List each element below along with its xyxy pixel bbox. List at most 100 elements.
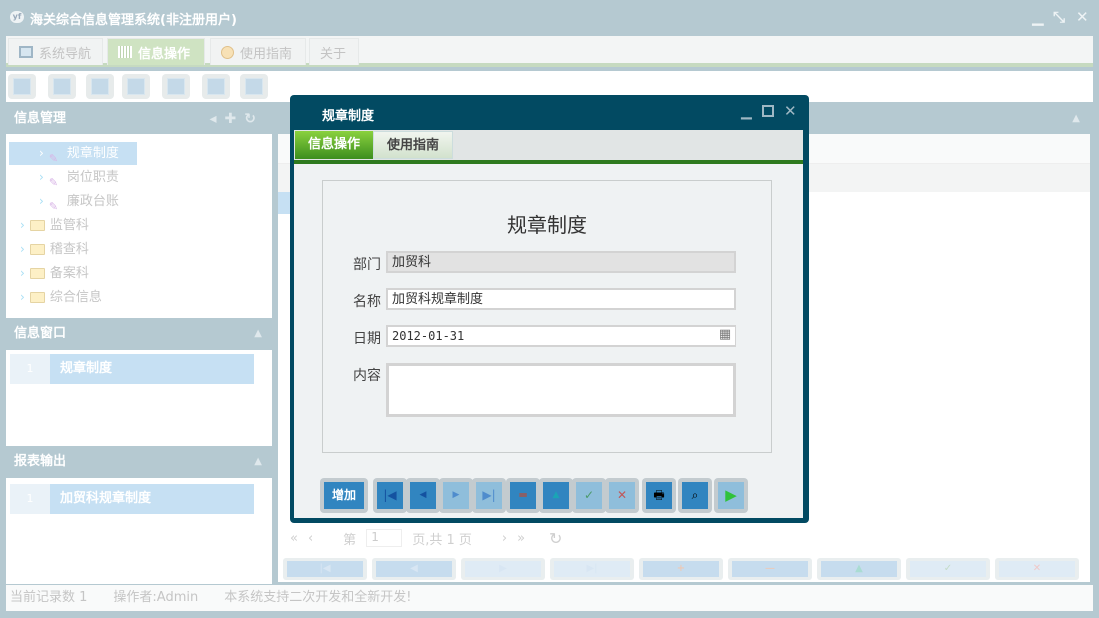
info-mgmt-header: 信息管理 ◂✚↻ <box>6 104 272 134</box>
add-button[interactable]: 增加 <box>320 478 368 513</box>
refresh-icon[interactable]: ↻ <box>549 529 562 548</box>
save-button[interactable]: ✓ <box>572 478 606 513</box>
tree-folder[interactable]: › 综合信息 <box>20 286 102 309</box>
name-field[interactable]: 加贸科规章制度 <box>386 288 736 310</box>
print-icon[interactable]: 🖶 <box>642 478 676 513</box>
minimize-icon[interactable]: ▁ <box>741 104 752 120</box>
prev-record-button[interactable]: ◀ <box>406 478 440 513</box>
folder-icon <box>29 268 45 279</box>
tab-system-nav[interactable]: 系统导航 <box>8 38 103 65</box>
first-record-button[interactable]: |◀ <box>283 558 367 580</box>
restore-icon[interactable]: ⤡ <box>1053 8 1065 26</box>
next-record-button[interactable]: ▶ <box>461 558 545 580</box>
report-header: 报表输出 ▲ <box>6 446 272 478</box>
header-tools-icon[interactable]: ◂✚↻ <box>210 104 265 134</box>
form-panel: 规章制度 部门 加贸科 名称 加贸科规章制度 日期 2012-01-31 ▦ 内… <box>322 180 772 453</box>
date-label: 日期 <box>353 331 381 347</box>
close-icon[interactable]: ✕ <box>784 102 797 120</box>
status-bar: 当前记录数 1 操作者:Admin 本系统支持二次开发和全新开发! <box>6 585 1093 611</box>
help-icon <box>221 45 234 59</box>
date-field[interactable]: 2012-01-31 <box>386 325 736 347</box>
next-record-button[interactable]: ▶ <box>439 478 473 513</box>
chevron-right-icon: › <box>39 170 44 184</box>
chevron-right-icon: › <box>39 194 44 208</box>
form-title: 规章制度 <box>507 213 587 237</box>
last-page-icon[interactable]: » <box>517 531 525 546</box>
chevron-right-icon: › <box>20 242 25 256</box>
edit-record-button[interactable]: ▲ <box>817 558 901 580</box>
add-record-button[interactable]: + <box>639 558 723 580</box>
list-item[interactable]: 1 规章制度 <box>10 354 254 384</box>
dept-field[interactable]: 加贸科 <box>386 251 736 273</box>
maximize-icon[interactable] <box>762 105 774 117</box>
tree-item-duties[interactable]: › ✎ 岗位职责 <box>39 166 119 189</box>
tree-item-ledger[interactable]: › ✎ 廉政台账 <box>39 190 119 213</box>
pen-icon: ✎ <box>48 152 59 165</box>
search-icon[interactable] <box>8 74 36 99</box>
first-page-icon[interactable]: « <box>290 531 298 546</box>
pen-icon: ✎ <box>48 176 59 189</box>
collapse-icon[interactable]: ▲ <box>254 446 262 478</box>
preview-icon[interactable]: ⌕ <box>678 478 712 513</box>
collapse-icon[interactable]: ▲ <box>254 318 262 350</box>
prev-page-icon[interactable]: ‹ <box>308 531 313 546</box>
folder-icon <box>29 244 45 255</box>
content-textarea[interactable] <box>386 363 736 417</box>
grid-icon <box>118 46 132 58</box>
close-icon[interactable]: ✕ <box>1076 8 1089 26</box>
tree-item-regulations[interactable]: › ✎ 规章制度 <box>9 142 137 165</box>
dialog-title: 规章制度 <box>322 109 375 124</box>
app-logo: yf <box>10 11 24 23</box>
tab-info-ops[interactable]: 信息操作 <box>295 131 374 159</box>
tree-folder[interactable]: › 备案科 <box>20 262 89 285</box>
calendar-icon[interactable]: ▦ <box>715 327 735 345</box>
play-icon[interactable]: ▶ <box>714 478 748 513</box>
name-label: 名称 <box>353 294 381 310</box>
window-icon[interactable] <box>162 74 190 99</box>
list-icon[interactable] <box>48 74 76 99</box>
cancel-button[interactable]: ✕ <box>995 558 1079 580</box>
dept-label: 部门 <box>353 257 381 273</box>
dialog-body: 信息操作 使用指南 规章制度 部门 加贸科 名称 加贸科规章制度 日期 2012… <box>294 130 803 518</box>
collapse-icon[interactable]: ▲ <box>1072 104 1080 134</box>
regulations-dialog: 规章制度 ▁ ✕ 信息操作 使用指南 规章制度 部门 加贸科 名称 加贸科规章制… <box>290 95 809 523</box>
minimize-icon[interactable]: ▁ <box>1032 8 1044 26</box>
tab-about[interactable]: 关于 <box>309 38 359 65</box>
first-record-button[interactable]: |◀ <box>373 478 407 513</box>
last-record-button[interactable]: ▶| <box>472 478 506 513</box>
delete-record-button[interactable]: — <box>728 558 812 580</box>
app-title: 海关综合信息管理系统(非注册用户) <box>30 13 237 28</box>
left-panel: 信息管理 ◂✚↻ › ✎ 规章制度 › ✎ 岗位职责 › ✎ 廉政台账 › 监管科 › 稽查科 … <box>6 104 272 584</box>
monitor-icon <box>19 46 33 58</box>
page-input[interactable]: 1 <box>366 529 403 547</box>
content-label: 内容 <box>353 368 381 384</box>
cancel-button[interactable]: ✕ <box>605 478 639 513</box>
title-bar: yf 海关综合信息管理系统(非注册用户) ▁ ⤡ ✕ <box>0 0 1099 36</box>
tab-guide[interactable]: 使用指南 <box>210 38 306 65</box>
tree-folder[interactable]: › 监管科 <box>20 214 89 237</box>
add-page-icon[interactable] <box>202 74 230 99</box>
dialog-tabs: 信息操作 使用指南 <box>294 130 803 164</box>
printer-icon[interactable] <box>240 74 268 99</box>
prev-record-button[interactable]: ◀ <box>372 558 456 580</box>
user-icon[interactable] <box>122 74 150 99</box>
chevron-right-icon: › <box>20 266 25 280</box>
chevron-right-icon: › <box>20 290 25 304</box>
tree-folder[interactable]: › 稽查科 <box>20 238 89 261</box>
list-item[interactable]: 1 加贸科规章制度 <box>10 484 254 514</box>
last-record-button[interactable]: ▶| <box>550 558 634 580</box>
folder-icon <box>29 220 45 231</box>
next-page-icon[interactable]: › <box>502 531 507 546</box>
edit-button[interactable]: ▲ <box>539 478 573 513</box>
pen-icon: ✎ <box>48 200 59 213</box>
main-tabs: 系统导航 信息操作 使用指南 关于 <box>6 36 1093 67</box>
tab-info-ops[interactable]: 信息操作 <box>107 38 205 65</box>
folder-icon <box>29 292 45 303</box>
document-icon[interactable] <box>86 74 114 99</box>
pager: « ‹ 第 1 页,共 1 页 › » ↻ <box>290 528 563 548</box>
chevron-right-icon: › <box>39 146 44 160</box>
tab-guide[interactable]: 使用指南 <box>373 131 454 159</box>
info-window-header: 信息窗口 ▲ <box>6 318 272 350</box>
delete-button[interactable]: ═ <box>506 478 540 513</box>
confirm-button[interactable]: ✓ <box>906 558 990 580</box>
